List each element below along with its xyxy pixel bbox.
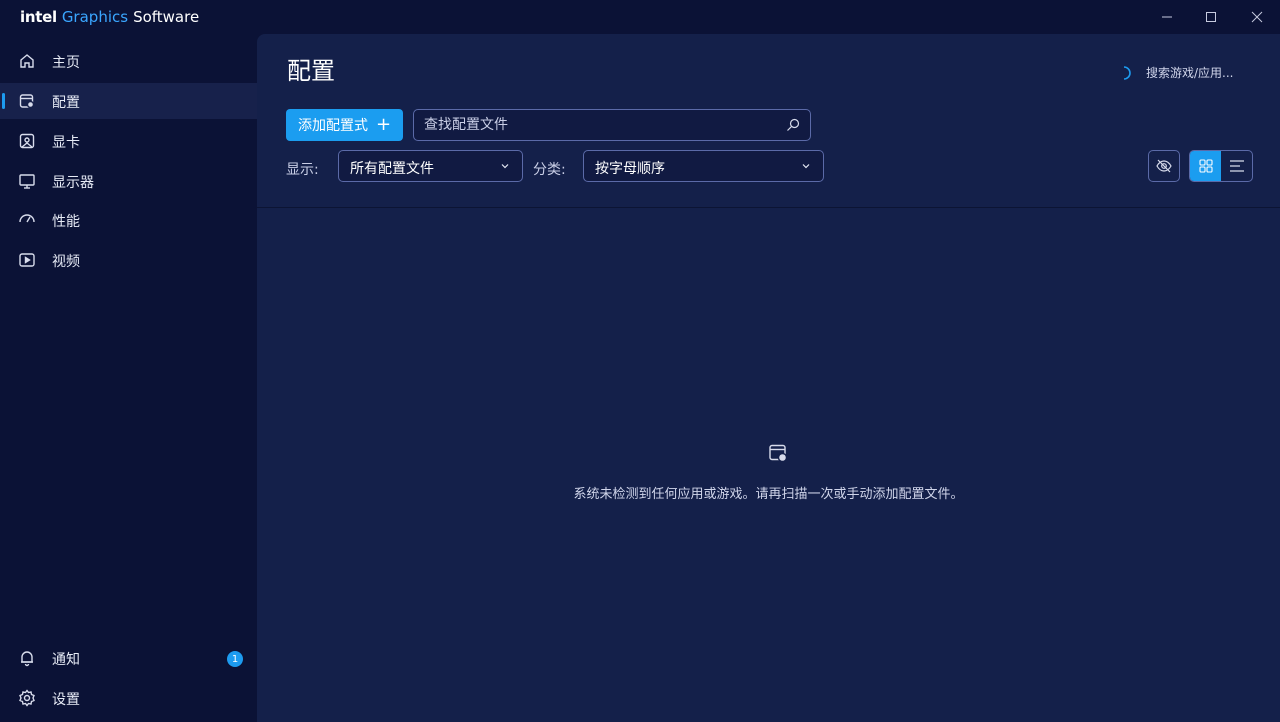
eye-off-icon: [1156, 159, 1172, 173]
add-profile-button[interactable]: 添加配置式 +: [286, 109, 403, 141]
add-profile-label: 添加配置式: [298, 118, 368, 134]
sort-select[interactable]: 按字母顺序: [583, 150, 824, 182]
video-icon: [18, 251, 36, 269]
search-box: [413, 109, 811, 141]
close-icon: [1251, 11, 1263, 23]
sidebar-item-performance[interactable]: 性能: [0, 202, 257, 238]
sidebar-item-graphics[interactable]: 显卡: [0, 123, 257, 159]
sidebar-item-label: 性能: [52, 214, 80, 230]
toolbar-area: 配置 搜索游戏/应用... 添加配置式 + 显示: 所有配置文件 分类:: [257, 34, 1280, 208]
gear-icon: [18, 689, 36, 707]
profile-icon: [18, 92, 36, 110]
show-filter-label: 显示:: [286, 162, 319, 178]
show-filter-value: 所有配置文件: [350, 161, 434, 177]
chevron-down-icon: [802, 164, 810, 169]
loading-spinner-icon: [1123, 65, 1131, 80]
search-icon[interactable]: [786, 118, 800, 132]
page-title: 配置: [287, 57, 335, 85]
home-icon: [18, 52, 36, 70]
list-view-button[interactable]: [1221, 151, 1252, 181]
sidebar-item-home[interactable]: 主页: [0, 43, 257, 79]
brand-intel: intel: [20, 8, 57, 26]
notification-badge: 1: [227, 651, 243, 667]
profile-icon: [769, 444, 788, 463]
monitor-icon: [18, 172, 36, 190]
empty-state-message: 系统未检测到任何应用或游戏。请再扫描一次或手动添加配置文件。: [573, 487, 964, 502]
brand-software: Software: [133, 8, 200, 26]
sidebar-item-label: 主页: [52, 55, 80, 71]
plus-icon: +: [376, 114, 392, 135]
main-panel: 配置 搜索游戏/应用... 添加配置式 + 显示: 所有配置文件 分类:: [257, 34, 1280, 722]
sidebar-item-label: 配置: [52, 95, 80, 111]
grid-icon: [1198, 159, 1213, 173]
sidebar: 主页 配置 显卡 显示器 性能 视频 通知 1 设置: [0, 34, 257, 722]
show-filter-select[interactable]: 所有配置文件: [338, 150, 523, 182]
sidebar-item-label: 通知: [52, 652, 80, 668]
app-brand: intel Graphics Software: [20, 8, 199, 26]
title-bar: intel Graphics Software: [0, 0, 1280, 34]
brand-graphics: Graphics: [61, 8, 129, 26]
chevron-down-icon: [501, 164, 509, 169]
sidebar-item-profiles[interactable]: 配置: [0, 83, 257, 119]
minimize-button[interactable]: [1144, 0, 1190, 34]
maximize-icon: [1206, 12, 1216, 22]
view-mode-toggle: [1189, 150, 1253, 182]
maximize-button[interactable]: [1188, 0, 1234, 34]
grid-view-button[interactable]: [1190, 151, 1221, 181]
toggle-hidden-button[interactable]: [1148, 150, 1180, 182]
sidebar-item-label: 设置: [52, 692, 80, 708]
bell-icon: [18, 649, 36, 667]
search-input[interactable]: [424, 110, 774, 140]
sort-label: 分类:: [533, 162, 566, 178]
sort-value: 按字母顺序: [595, 161, 665, 177]
gauge-icon: [18, 211, 36, 229]
minimize-icon: [1162, 16, 1172, 18]
sidebar-item-video[interactable]: 视频: [0, 242, 257, 278]
sidebar-item-label: 视频: [52, 254, 80, 270]
list-icon: [1229, 160, 1244, 172]
sidebar-item-settings[interactable]: 设置: [0, 680, 257, 716]
scan-status-text: 搜索游戏/应用...: [1146, 66, 1234, 80]
sidebar-item-notifications[interactable]: 通知 1: [0, 640, 257, 676]
sidebar-item-label: 显卡: [52, 135, 80, 151]
scan-status: 搜索游戏/应用...: [1117, 64, 1234, 81]
sidebar-item-label: 显示器: [52, 175, 94, 191]
gpu-icon: [18, 132, 36, 150]
close-button[interactable]: [1234, 0, 1280, 34]
sidebar-item-display[interactable]: 显示器: [0, 163, 257, 199]
